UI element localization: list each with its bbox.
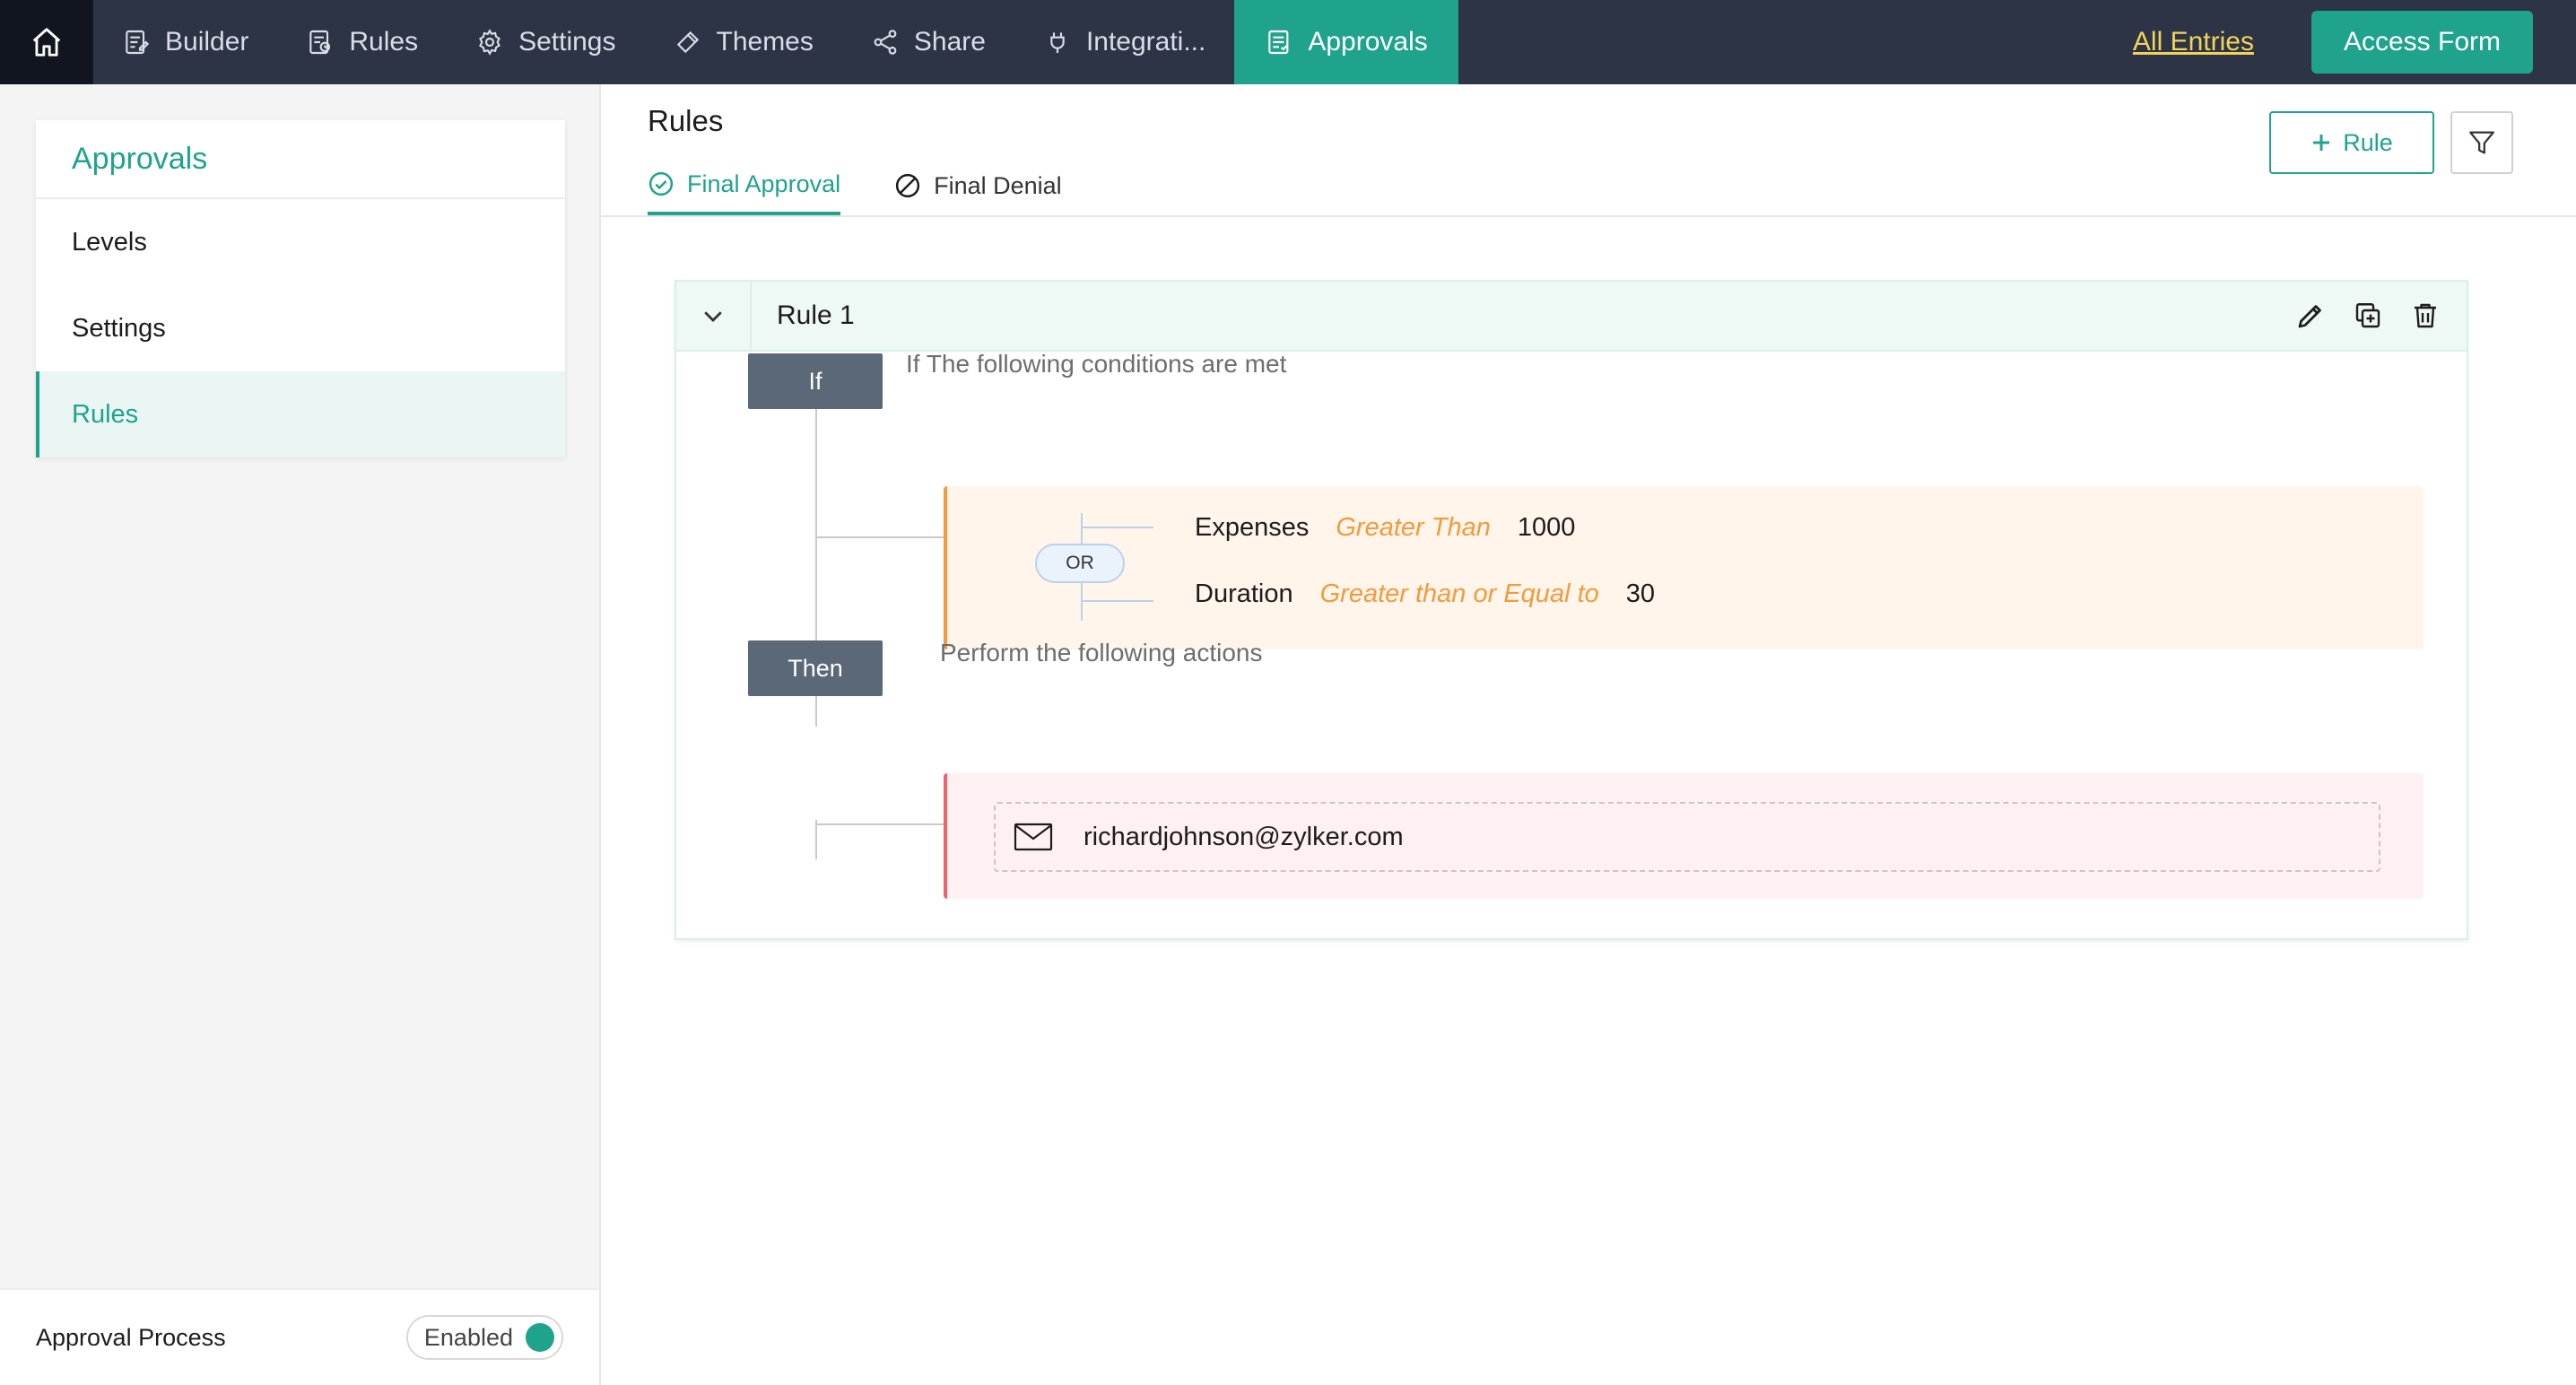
condition-row: Expenses Greater Than 1000 [1195, 513, 1575, 543]
nav-label: Builder [165, 27, 249, 57]
duplicate-rule-button[interactable] [2352, 300, 2384, 332]
condition-operator: Greater Than [1336, 513, 1491, 542]
action-email: richardjohnson@zylker.com [1083, 822, 1404, 851]
sidebar-title: Approvals [36, 120, 565, 199]
nav-label: Themes [716, 27, 814, 57]
rule-header: Rule 1 [676, 281, 2467, 352]
email-action[interactable]: richardjohnson@zylker.com [994, 802, 2380, 872]
tab-label: Final Approval [687, 170, 841, 197]
rule-tabs: Final Approval Final Denial [648, 163, 1062, 215]
rule-name: Rule 1 [777, 301, 855, 330]
share-icon [874, 30, 897, 55]
home-icon [32, 28, 61, 57]
nav-label: Share [913, 27, 986, 57]
condition-operator: Greater than or Equal to [1319, 579, 1599, 608]
approval-process-label: Approval Process [36, 1323, 226, 1351]
toggle-label: Enabled [423, 1323, 513, 1351]
condition-row: Duration Greater than or Equal to 30 [1195, 579, 1655, 609]
conditions-box: OR Expenses Greater Than 1000 Duration G… [944, 486, 2424, 649]
add-rule-label: Rule [2343, 128, 2393, 156]
edit-rule-button[interactable] [2294, 300, 2327, 332]
check-circle-icon [648, 171, 674, 196]
filter-button[interactable] [2450, 111, 2513, 174]
copy-icon [2355, 303, 2380, 328]
nav-item-integrations[interactable]: Integrati... [1014, 0, 1234, 84]
nav-item-settings[interactable]: Settings [447, 0, 644, 84]
access-form-button[interactable]: Access Form [2311, 11, 2533, 74]
nav-label: Rules [349, 27, 419, 57]
nav-label: Integrati... [1085, 27, 1206, 57]
plug-icon [1050, 32, 1065, 53]
brush-icon [676, 30, 699, 54]
if-caption: If The following conditions are met [906, 350, 1287, 378]
flow-connector [815, 820, 817, 859]
sidebar-item-rules[interactable]: Rules [36, 371, 565, 457]
rule-actions [2294, 300, 2441, 332]
nav-item-share[interactable]: Share [842, 0, 1014, 84]
rules-icon [309, 30, 331, 55]
all-entries-link[interactable]: All Entries [2133, 27, 2254, 57]
builder-icon [126, 30, 150, 55]
page-title: Rules [648, 104, 724, 137]
condition-field: Duration [1195, 579, 1293, 608]
pencil-icon [2298, 305, 2321, 328]
gear-icon [479, 29, 501, 56]
approval-process-toggle[interactable]: Enabled [405, 1315, 563, 1360]
approvals-icon [1268, 30, 1289, 55]
sidebar-menu: Approvals Levels Settings Rules [36, 120, 565, 457]
sidebar-item-levels[interactable]: Levels [36, 199, 565, 285]
collapse-button[interactable] [676, 281, 752, 351]
approval-process-footer: Approval Process Enabled [0, 1288, 599, 1385]
sidebar: Approvals Levels Settings Rules Approval… [0, 84, 601, 1385]
chevron-down-icon [704, 311, 722, 322]
flow-connector [815, 536, 946, 538]
or-connector: OR [1035, 544, 1125, 583]
nav-label: Approvals [1308, 27, 1428, 57]
nav-item-rules[interactable]: Rules [277, 0, 447, 84]
main-header: Rules Final Approval Final Denial Rule [601, 84, 2576, 217]
filter-icon [2469, 131, 2494, 154]
if-pill: If [748, 353, 883, 409]
actions-box: richardjohnson@zylker.com [944, 773, 2424, 899]
nav-item-approvals[interactable]: Approvals [1234, 0, 1458, 84]
then-pill: Then [748, 640, 883, 696]
nav-item-themes[interactable]: Themes [645, 0, 842, 84]
then-caption: Perform the following actions [940, 639, 1263, 666]
top-navigation-bar: Builder Rules Settings Themes Share Inte… [0, 0, 2576, 84]
condition-value: 1000 [1517, 513, 1576, 542]
home-button[interactable] [0, 0, 93, 84]
sidebar-item-settings[interactable]: Settings [36, 285, 565, 371]
tab-final-denial[interactable]: Final Denial [894, 163, 1062, 215]
delete-rule-button[interactable] [2409, 300, 2441, 332]
plus-icon [2313, 135, 2330, 151]
trash-icon [2415, 303, 2436, 328]
add-rule-button[interactable]: Rule [2269, 111, 2434, 174]
toggle-knob [526, 1323, 554, 1352]
condition-field: Expenses [1195, 513, 1310, 542]
nav-item-builder[interactable]: Builder [93, 0, 277, 84]
tab-final-approval[interactable]: Final Approval [648, 163, 841, 215]
tab-label: Final Denial [934, 171, 1062, 199]
nav-right-group: All Entries Access Form [2133, 0, 2576, 84]
main-content: Rules Final Approval Final Denial Rule R… [601, 84, 2576, 1385]
flow-connector [815, 823, 946, 825]
nav-label: Settings [518, 27, 616, 57]
denial-icon [895, 173, 920, 198]
rule-card: Rule 1 If If The following conditions ar… [674, 280, 2468, 940]
condition-value: 30 [1625, 579, 1656, 608]
mail-icon [1014, 823, 1053, 851]
